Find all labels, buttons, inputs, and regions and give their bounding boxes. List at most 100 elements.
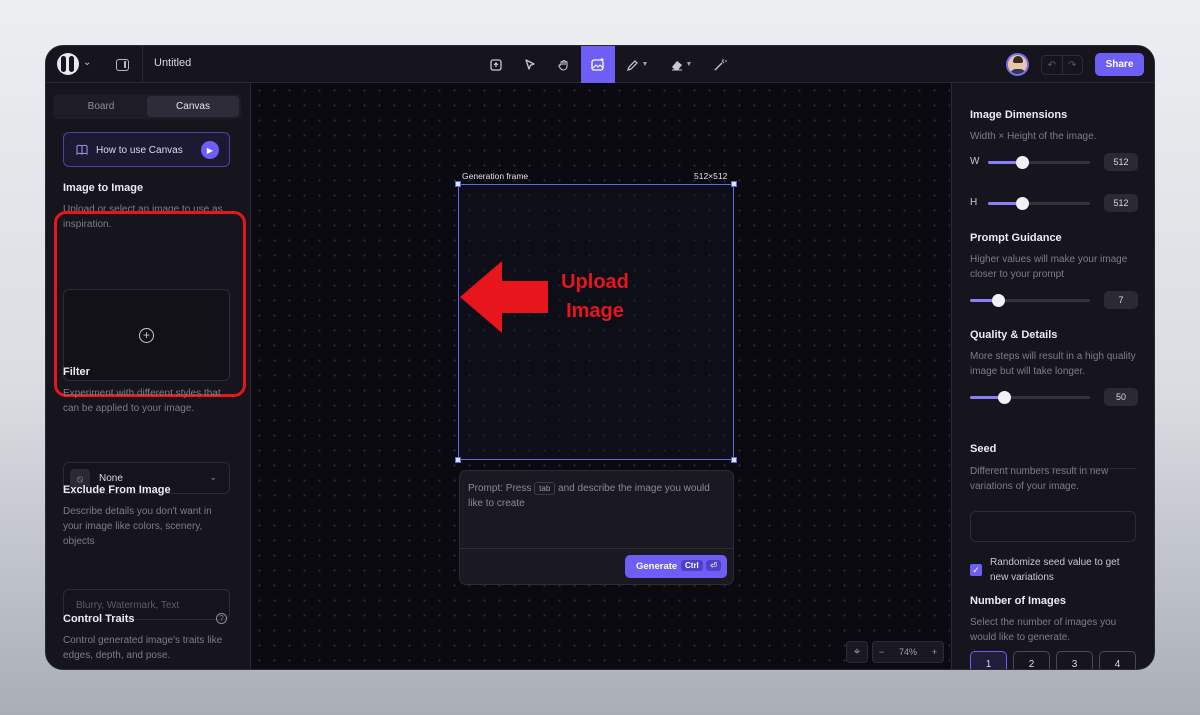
control-traits-desc: Control generated image's traits like ed…: [63, 635, 223, 661]
app-window: ⌄ Untitled ▼ ▼ ↶ ↷ Share Board Canvas Ho…: [45, 45, 1155, 670]
seed-input[interactable]: [970, 511, 1136, 542]
redo-icon[interactable]: ↷: [1063, 56, 1083, 74]
undo-icon[interactable]: ↶: [1042, 56, 1063, 74]
guidance-desc: Higher values will make your image close…: [970, 254, 1128, 280]
slider-knob[interactable]: [992, 294, 1005, 307]
divider: [142, 46, 143, 83]
tab-key: tab: [534, 482, 556, 495]
quality-desc: More steps will result in a high quality…: [970, 351, 1136, 377]
zoom-out-button[interactable]: −: [879, 647, 884, 657]
play-icon: ▶: [201, 141, 219, 159]
width-value[interactable]: 512: [1104, 153, 1138, 171]
frame-size: 512×512: [694, 171, 728, 181]
width-slider[interactable]: [988, 156, 1090, 169]
seed-desc: Different numbers result in new variatio…: [970, 466, 1109, 492]
num-images-options: 1 2 3 4: [970, 651, 1136, 669]
right-panel: Image Dimensions Width × Height of the i…: [951, 83, 1154, 669]
num-images-option-2[interactable]: 2: [1013, 651, 1050, 669]
dimensions-desc: Width × Height of the image.: [970, 131, 1097, 142]
image-generate-icon[interactable]: [581, 46, 615, 83]
resize-handle[interactable]: [455, 181, 461, 187]
height-slider-row: H 512: [970, 194, 1138, 212]
seed-title: Seed: [970, 443, 997, 455]
width-label: W: [970, 156, 980, 167]
how-to-use-canvas-button[interactable]: How to use Canvas ▶: [63, 132, 230, 167]
divider: [460, 548, 733, 549]
resize-handle[interactable]: [731, 457, 737, 463]
cursor-icon[interactable]: [513, 46, 547, 83]
slider-knob[interactable]: [1016, 197, 1029, 210]
randomize-seed-checkbox[interactable]: ✓: [970, 564, 982, 576]
pencil-icon[interactable]: ▼: [615, 46, 659, 83]
prompt-placeholder[interactable]: Prompt: Press tab and describe the image…: [468, 481, 726, 511]
chevron-down-icon[interactable]: ⌄: [83, 57, 91, 68]
quality-title: Quality & Details: [970, 329, 1058, 341]
quality-slider-row: 50: [970, 388, 1138, 406]
num-images-option-4[interactable]: 4: [1099, 651, 1136, 669]
resize-handle[interactable]: [455, 457, 461, 463]
eraser-icon[interactable]: ▼: [659, 46, 703, 83]
slider-knob[interactable]: [1016, 156, 1029, 169]
enter-key: ⏎: [706, 560, 721, 571]
help-icon[interactable]: ?: [216, 613, 227, 624]
num-images-title: Number of Images: [970, 595, 1066, 607]
logo-icon[interactable]: [57, 53, 79, 75]
fit-to-screen-icon[interactable]: ⌖: [846, 641, 868, 663]
dimensions-title: Image Dimensions: [970, 109, 1068, 121]
ctrl-key: Ctrl: [681, 560, 703, 571]
guidance-value[interactable]: 7: [1104, 291, 1138, 309]
left-sidebar: Board Canvas How to use Canvas ▶ Image t…: [46, 83, 251, 669]
upload-frame-icon[interactable]: [479, 46, 513, 83]
height-value[interactable]: 512: [1104, 194, 1138, 212]
sidebar-toggle-icon[interactable]: [110, 55, 134, 75]
quality-value[interactable]: 50: [1104, 388, 1138, 406]
height-label: H: [970, 197, 978, 208]
height-slider[interactable]: [988, 197, 1090, 210]
document-title[interactable]: Untitled: [154, 57, 191, 69]
image-to-image-title: Image to Image: [63, 182, 144, 194]
guidance-title: Prompt Guidance: [970, 232, 1062, 244]
frame-label: Generation frame: [462, 171, 529, 181]
control-traits-title: Control Traits: [63, 613, 135, 625]
num-images-option-3[interactable]: 3: [1056, 651, 1093, 669]
magic-wand-icon[interactable]: [703, 46, 737, 83]
filter-title: Filter: [63, 366, 90, 378]
quality-slider[interactable]: [970, 391, 1090, 404]
width-slider-row: W 512: [970, 153, 1138, 171]
generate-button[interactable]: Generate Ctrl ⏎: [625, 555, 727, 578]
num-images-desc: Select the number of images you would li…: [970, 617, 1117, 643]
chevron-down-icon: ⌄: [209, 472, 217, 482]
zoom-control: − 74% +: [872, 641, 944, 663]
toolbar: ▼ ▼: [479, 46, 737, 83]
zoom-in-button[interactable]: +: [932, 647, 937, 657]
how-to-label: How to use Canvas: [96, 145, 183, 156]
chevron-down-icon[interactable]: ▼: [642, 61, 649, 68]
share-button[interactable]: Share: [1095, 53, 1144, 76]
guidance-slider-row: 7: [970, 291, 1138, 309]
red-arrow-icon: [460, 261, 548, 333]
tab-board[interactable]: Board: [55, 96, 147, 117]
num-images-option-1[interactable]: 1: [970, 651, 1007, 669]
mode-tabs: Board Canvas: [53, 94, 241, 119]
resize-handle[interactable]: [731, 181, 737, 187]
filter-desc: Experiment with different styles that ca…: [63, 388, 221, 414]
tab-canvas[interactable]: Canvas: [147, 96, 239, 117]
exclude-desc: Describe details you don't want in your …: [63, 506, 212, 547]
avatar[interactable]: [1006, 53, 1029, 76]
guidance-slider[interactable]: [970, 294, 1090, 307]
hand-icon[interactable]: [547, 46, 581, 83]
chevron-down-icon[interactable]: ▼: [686, 61, 693, 68]
filter-value: None: [99, 473, 123, 484]
book-icon: [76, 144, 88, 158]
upload-image-annotation: Upload Image: [561, 271, 629, 322]
undo-redo-group: ↶ ↷: [1041, 55, 1083, 75]
zoom-level: 74%: [898, 647, 917, 657]
slider-knob[interactable]: [998, 391, 1011, 404]
generate-label: Generate: [636, 561, 678, 572]
randomize-seed-label[interactable]: Randomize seed value to get new variatio…: [990, 555, 1140, 585]
prompt-text-part: Prompt: Press: [468, 483, 532, 494]
prompt-box[interactable]: Prompt: Press tab and describe the image…: [459, 470, 734, 585]
canvas-area[interactable]: Generation frame 512×512 Prompt: Press t…: [252, 83, 950, 669]
exclude-title: Exclude From Image: [63, 484, 171, 496]
top-bar: ⌄ Untitled ▼ ▼ ↶ ↷ Share: [46, 46, 1154, 83]
